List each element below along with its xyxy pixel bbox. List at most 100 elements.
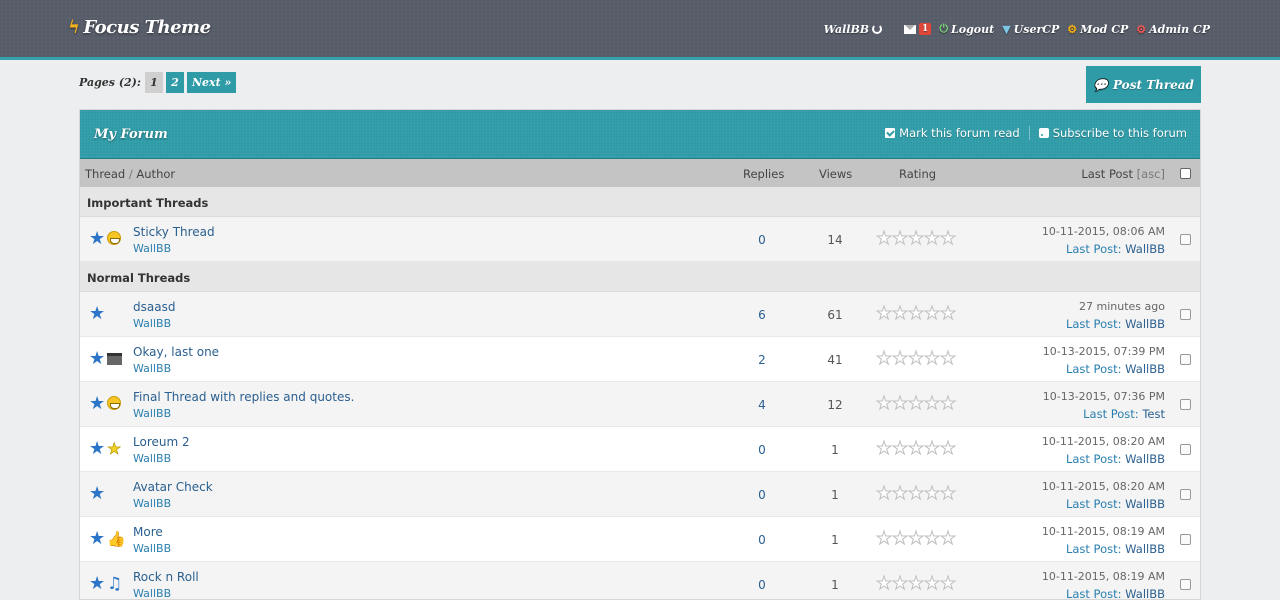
thread-subject-link[interactable]: Avatar Check bbox=[133, 480, 213, 494]
thread-subject-link[interactable]: Loreum 2 bbox=[133, 435, 190, 449]
select-all-checkbox[interactable] bbox=[1180, 168, 1191, 179]
rating-star-icon[interactable]: ★ bbox=[908, 349, 925, 368]
thread-author-link[interactable]: WallBB bbox=[133, 587, 171, 599]
replies-count[interactable]: 4 bbox=[752, 398, 772, 412]
mark-read-link[interactable]: Mark this forum read bbox=[885, 126, 1020, 140]
thread-select-checkbox[interactable] bbox=[1180, 309, 1191, 320]
thread-subject-link[interactable]: Sticky Thread bbox=[133, 225, 215, 239]
rating-star-icon[interactable]: ★ bbox=[876, 394, 893, 413]
rating-star-icon[interactable]: ★ bbox=[924, 529, 941, 548]
views-column-header[interactable]: Views bbox=[819, 167, 852, 181]
subscribe-link[interactable]: Subscribe to this forum bbox=[1038, 126, 1187, 140]
last-post-user-link[interactable]: WallBB bbox=[1125, 242, 1165, 256]
rating-star-icon[interactable]: ★ bbox=[908, 304, 925, 323]
site-logo[interactable]: ϟ Focus Theme bbox=[68, 17, 211, 38]
rating-star-icon[interactable]: ★ bbox=[892, 304, 909, 323]
thread-author-link[interactable]: WallBB bbox=[133, 452, 171, 465]
rating-star-icon[interactable]: ★ bbox=[908, 439, 925, 458]
thread-author-link[interactable]: WallBB bbox=[133, 242, 171, 255]
replies-count[interactable]: 0 bbox=[752, 488, 772, 502]
rating-star-icon[interactable]: ★ bbox=[940, 394, 957, 413]
thread-subject-link[interactable]: Okay, last one bbox=[133, 345, 219, 359]
last-post-user-link[interactable]: WallBB bbox=[1125, 317, 1165, 331]
rating-star-icon[interactable]: ★ bbox=[908, 484, 925, 503]
replies-count[interactable]: 0 bbox=[752, 578, 772, 592]
rating-star-icon[interactable]: ★ bbox=[892, 574, 909, 593]
thread-subject-link[interactable]: Rock n Roll bbox=[133, 570, 199, 584]
thread-select-checkbox[interactable] bbox=[1180, 444, 1191, 455]
rating-star-icon[interactable]: ★ bbox=[940, 229, 957, 248]
rating-star-icon[interactable]: ★ bbox=[924, 304, 941, 323]
lastpost-column-header[interactable]: Last Post [asc] bbox=[1081, 167, 1165, 181]
rating-star-icon[interactable]: ★ bbox=[876, 484, 893, 503]
rating-star-icon[interactable]: ★ bbox=[924, 349, 941, 368]
replies-column-header[interactable]: Replies bbox=[743, 167, 784, 181]
rating-star-icon[interactable]: ★ bbox=[876, 349, 893, 368]
thread-author-link[interactable]: WallBB bbox=[133, 542, 171, 555]
rating-star-icon[interactable]: ★ bbox=[892, 439, 909, 458]
rating-star-icon[interactable]: ★ bbox=[924, 229, 941, 248]
last-post-user-link[interactable]: WallBB bbox=[1125, 542, 1165, 556]
modcp-link[interactable]: ⚙ Mod CP bbox=[1067, 23, 1128, 36]
last-post-label[interactable]: Last Post: bbox=[1066, 452, 1122, 466]
thread-select-checkbox[interactable] bbox=[1180, 399, 1191, 410]
thread-subject-link[interactable]: Final Thread with replies and quotes. bbox=[133, 390, 354, 404]
admincp-link[interactable]: ⚙ Admin CP bbox=[1136, 23, 1210, 36]
rating-star-icon[interactable]: ★ bbox=[908, 229, 925, 248]
rating-star-icon[interactable]: ★ bbox=[924, 439, 941, 458]
rating-star-icon[interactable]: ★ bbox=[940, 304, 957, 323]
usercp-link[interactable]: ▼ UserCP bbox=[1002, 23, 1059, 36]
replies-count[interactable]: 0 bbox=[752, 233, 772, 247]
rating-star-icon[interactable]: ★ bbox=[892, 394, 909, 413]
post-thread-button[interactable]: 💬 Post Thread bbox=[1086, 66, 1201, 103]
last-post-label[interactable]: Last Post: bbox=[1066, 587, 1122, 599]
rating-star-icon[interactable]: ★ bbox=[892, 529, 909, 548]
next-page-link[interactable]: Next » bbox=[186, 72, 237, 93]
rating-star-icon[interactable]: ★ bbox=[908, 529, 925, 548]
last-post-user-link[interactable]: WallBB bbox=[1125, 497, 1165, 511]
last-post-user-link[interactable]: Test bbox=[1142, 407, 1165, 421]
rating-star-icon[interactable]: ★ bbox=[924, 394, 941, 413]
last-post-label[interactable]: Last Post: bbox=[1066, 242, 1122, 256]
thread-subject-link[interactable]: dsaasd bbox=[133, 300, 175, 314]
rating-star-icon[interactable]: ★ bbox=[940, 349, 957, 368]
rating-star-icon[interactable]: ★ bbox=[892, 349, 909, 368]
last-post-user-link[interactable]: WallBB bbox=[1125, 452, 1165, 466]
thread-select-checkbox[interactable] bbox=[1180, 354, 1191, 365]
page-2-link[interactable]: 2 bbox=[165, 72, 184, 93]
thread-select-checkbox[interactable] bbox=[1180, 489, 1191, 500]
rating-star-icon[interactable]: ★ bbox=[876, 229, 893, 248]
rating-star-icon[interactable]: ★ bbox=[924, 574, 941, 593]
rating-star-icon[interactable]: ★ bbox=[940, 574, 957, 593]
last-post-label[interactable]: Last Post: bbox=[1083, 407, 1139, 421]
logout-link[interactable]: ⏻ Logout bbox=[939, 22, 994, 36]
last-post-label[interactable]: Last Post: bbox=[1066, 362, 1122, 376]
replies-count[interactable]: 6 bbox=[752, 308, 772, 322]
rating-star-icon[interactable]: ★ bbox=[908, 574, 925, 593]
rating-star-icon[interactable]: ★ bbox=[892, 484, 909, 503]
last-post-label[interactable]: Last Post: bbox=[1066, 542, 1122, 556]
rating-star-icon[interactable]: ★ bbox=[876, 574, 893, 593]
rating-star-icon[interactable]: ★ bbox=[892, 229, 909, 248]
rating-column-header[interactable]: Rating bbox=[899, 167, 936, 181]
rating-star-icon[interactable]: ★ bbox=[876, 439, 893, 458]
thread-author-link[interactable]: WallBB bbox=[133, 362, 171, 375]
thread-author-link[interactable]: WallBB bbox=[133, 317, 171, 330]
thread-author-link[interactable]: WallBB bbox=[133, 497, 171, 510]
rating-star-icon[interactable]: ★ bbox=[908, 394, 925, 413]
replies-count[interactable]: 2 bbox=[752, 353, 772, 367]
thread-select-checkbox[interactable] bbox=[1180, 234, 1191, 245]
thread-column-header[interactable]: Thread / Author bbox=[85, 167, 175, 181]
replies-count[interactable]: 0 bbox=[752, 443, 772, 457]
username-link[interactable]: WallBB bbox=[824, 23, 883, 36]
rating-star-icon[interactable]: ★ bbox=[876, 529, 893, 548]
private-messages-link[interactable]: 1 bbox=[904, 23, 932, 35]
replies-count[interactable]: 0 bbox=[752, 533, 772, 547]
rating-star-icon[interactable]: ★ bbox=[940, 439, 957, 458]
thread-author-link[interactable]: WallBB bbox=[133, 407, 171, 420]
last-post-label[interactable]: Last Post: bbox=[1066, 317, 1122, 331]
last-post-label[interactable]: Last Post: bbox=[1066, 497, 1122, 511]
rating-star-icon[interactable]: ★ bbox=[940, 529, 957, 548]
last-post-user-link[interactable]: WallBB bbox=[1125, 362, 1165, 376]
rating-star-icon[interactable]: ★ bbox=[924, 484, 941, 503]
